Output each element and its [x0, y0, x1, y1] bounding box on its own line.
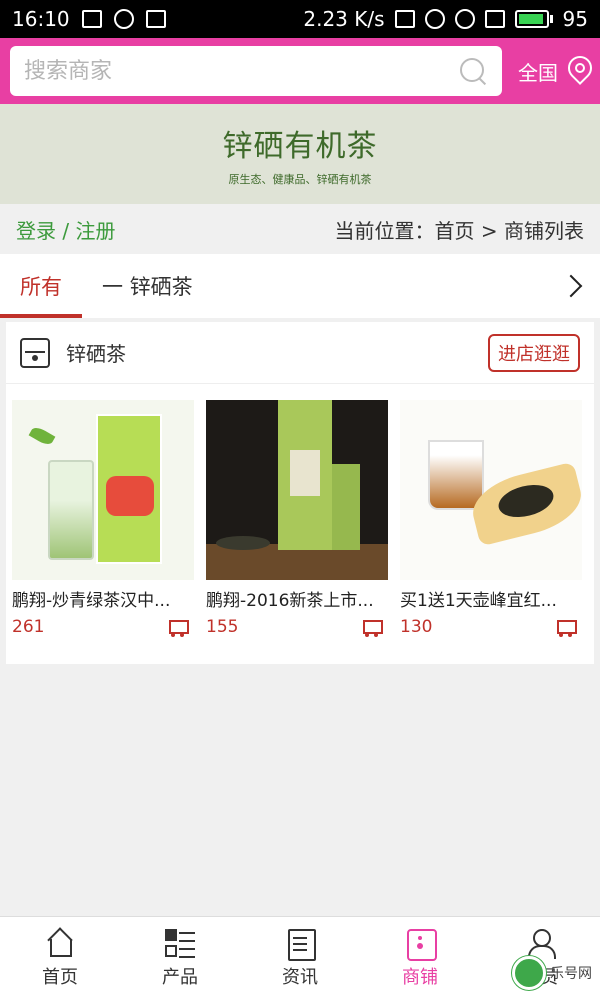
status-time: 16:10 [12, 7, 70, 31]
search-box[interactable] [10, 46, 502, 96]
grid-icon [165, 928, 195, 957]
search-header: 全国 [0, 38, 600, 104]
nav-label: 资讯 [282, 966, 318, 988]
image-icon [81, 10, 102, 28]
signal-icon [484, 10, 505, 28]
category-tabs: 所有 一 锌硒茶 [0, 254, 600, 318]
bottom-nav: 首页 产品 资讯 商铺 会员 [0, 916, 600, 1000]
home-icon [45, 929, 75, 957]
chevron-right-icon [559, 274, 583, 298]
breadcrumb: 当前位置：首页 > 商铺列表 [334, 218, 584, 243]
product-title[interactable]: 鹏翔-炒青绿茶汉中... [12, 586, 194, 611]
share-icon [113, 9, 134, 29]
battery-percent: 95 [562, 7, 588, 31]
product-card[interactable]: 鹏翔-炒青绿茶汉中... 261 [12, 400, 194, 637]
user-icon [525, 928, 556, 959]
battery-fill [518, 14, 544, 24]
watermark-text: 乐号网 [550, 966, 592, 982]
region-label: 全国 [518, 60, 558, 85]
network-speed: 2.23 K/s [303, 7, 385, 31]
news-icon [285, 928, 316, 961]
region-selector[interactable]: 全国 [518, 56, 590, 86]
product-image[interactable] [206, 400, 388, 580]
nav-label: 首页 [42, 966, 78, 988]
vibrate-icon [394, 10, 415, 28]
nav-label: 产品 [162, 966, 198, 988]
wifi-icon [454, 9, 475, 29]
product-price: 130 [400, 617, 433, 637]
battery-icon [514, 10, 553, 28]
product-title[interactable]: 买1送1天壶峰宜红... [400, 586, 582, 611]
nav-news[interactable]: 资讯 [240, 917, 360, 1000]
cart-icon[interactable] [554, 618, 577, 637]
store-icon [20, 337, 50, 368]
banner-title: 锌硒有机茶 [222, 129, 378, 164]
product-card[interactable]: 买1送1天壶峰宜红... 130 [400, 400, 582, 637]
product-list: 鹏翔-炒青绿茶汉中... 261 鹏翔-2016新茶上市... 155 买1送1… [6, 384, 594, 637]
usb-icon [145, 10, 166, 28]
nav-products[interactable]: 产品 [120, 917, 240, 1000]
banner: 锌硒有机茶 原生态、健康品、锌硒有机茶 [0, 104, 600, 204]
shop-header: 锌硒茶 进店逛逛 [6, 322, 594, 384]
cart-icon[interactable] [360, 618, 383, 637]
tab-all[interactable]: 所有 [0, 254, 82, 318]
search-icon[interactable] [458, 56, 488, 86]
product-price: 155 [206, 617, 239, 637]
banner-subtitle: 原生态、健康品、锌硒有机茶 [228, 173, 372, 186]
tab-zinc-selenium-tea[interactable]: 一 锌硒茶 [82, 254, 213, 318]
product-card[interactable]: 鹏翔-2016新茶上市... 155 [206, 400, 388, 637]
location-pin-icon [566, 56, 590, 86]
shop-card: 锌硒茶 进店逛逛 鹏翔-炒青绿茶汉中... 261 鹏翔-2016新茶上市...… [6, 322, 594, 664]
tab-label: 一 锌硒茶 [102, 275, 193, 299]
tab-label: 所有 [20, 275, 62, 299]
tabs-more-button[interactable] [550, 254, 600, 318]
login-register-link[interactable]: 登录 / 注册 [16, 215, 115, 244]
nav-label: 商铺 [402, 966, 438, 988]
search-input[interactable] [24, 58, 458, 84]
shop-name: 锌硒茶 [66, 342, 126, 366]
watermark: 乐号网 [512, 956, 592, 990]
watermark-logo-icon [512, 956, 546, 990]
nav-shops[interactable]: 商铺 [360, 917, 480, 1000]
nav-home[interactable]: 首页 [0, 917, 120, 1000]
alarm-icon [424, 9, 445, 29]
product-image[interactable] [400, 400, 582, 580]
enter-shop-button[interactable]: 进店逛逛 [488, 333, 580, 372]
product-title[interactable]: 鹏翔-2016新茶上市... [206, 586, 388, 611]
product-price: 261 [12, 617, 45, 637]
shop-icon [405, 928, 437, 961]
status-bar: 16:10 2.23 K/s 95 [0, 0, 600, 38]
cart-icon[interactable] [166, 618, 189, 637]
product-image[interactable] [12, 400, 194, 580]
location-bar: 登录 / 注册 当前位置：首页 > 商铺列表 [0, 204, 600, 254]
